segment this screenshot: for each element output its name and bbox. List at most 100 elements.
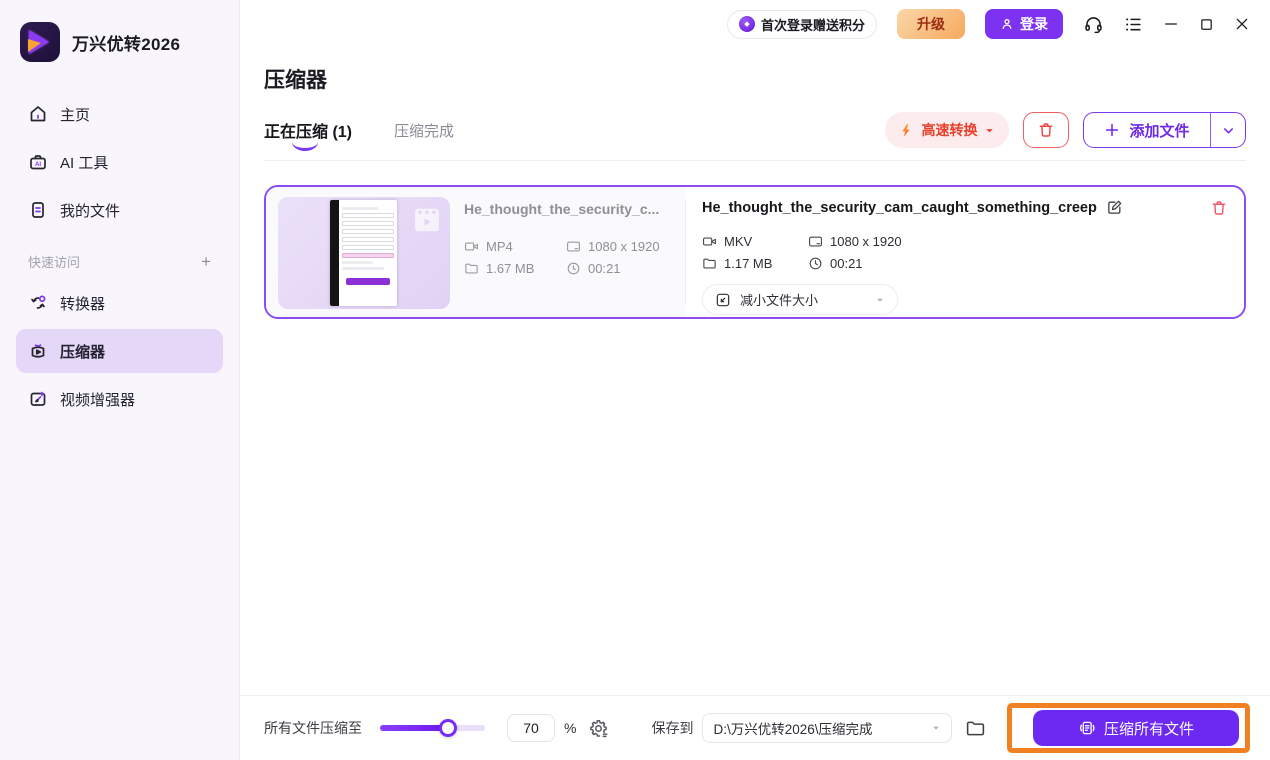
support-headset-icon[interactable] [1083, 14, 1104, 35]
source-format: MP4 [486, 239, 513, 254]
main-area: ◆ 首次登录赠送积分 升级 登录 [240, 0, 1270, 760]
target-format: MKV [724, 234, 752, 249]
home-icon [28, 104, 48, 124]
sidebar-item-home[interactable]: 主页 [16, 92, 223, 136]
sidebar: 万兴优转2026 主页 AI AI 工具 [0, 0, 240, 760]
ai-tools-icon: AI [28, 152, 48, 172]
first-login-bonus-badge[interactable]: ◆ 首次登录赠送积分 [727, 10, 877, 39]
chevron-down-icon [875, 295, 885, 305]
resolution-icon [808, 234, 823, 249]
converter-icon [28, 293, 48, 313]
sidebar-item-ai-tools[interactable]: AI AI 工具 [16, 140, 223, 184]
save-path-dropdown[interactable]: D:\万兴优转2026\压缩完成 [702, 713, 952, 743]
compress-all-button[interactable]: 压缩所有文件 [1033, 710, 1239, 746]
sidebar-item-label: 压缩器 [60, 341, 105, 362]
upgrade-button[interactable]: 升级 [897, 9, 965, 39]
tab-completed[interactable]: 压缩完成 [394, 120, 454, 141]
login-button[interactable]: 登录 [985, 9, 1063, 39]
open-folder-icon[interactable] [965, 718, 986, 739]
active-tab-indicator [292, 142, 318, 151]
compression-slider[interactable] [380, 725, 485, 731]
target-resolution: 1080 x 1920 [830, 234, 902, 249]
slider-handle[interactable] [439, 719, 457, 737]
title-bar: ◆ 首次登录赠送积分 升级 登录 [240, 0, 1270, 48]
compressor-icon [28, 341, 48, 361]
source-section: He_thought_the_security_c... MP4 1080 x … [266, 187, 685, 317]
delete-all-button[interactable] [1023, 112, 1069, 148]
add-files-button[interactable]: 添加文件 [1084, 113, 1209, 147]
file-size-icon [702, 256, 717, 271]
target-file-name: He_thought_the_security_cam_caught_somet… [702, 200, 1097, 216]
my-files-icon [28, 200, 48, 220]
format-icon [702, 234, 717, 249]
login-label: 登录 [1020, 14, 1048, 34]
toolbar-actions: 高速转换 添加文件 [885, 112, 1246, 148]
compress-files-icon [1078, 719, 1096, 737]
content: 压缩器 正在压缩 (1) 压缩完成 [240, 48, 1270, 695]
quick-access-section: 快速访问 + [28, 252, 211, 271]
percent-input[interactable] [507, 714, 555, 742]
badge-label: 首次登录赠送积分 [761, 15, 865, 34]
chevron-down-icon [1221, 123, 1236, 138]
video-file-icon [412, 205, 442, 240]
plus-icon [1104, 122, 1120, 138]
close-button[interactable] [1234, 16, 1250, 32]
tab-label: 正在压缩 (1) [264, 124, 352, 141]
fast-convert-dropdown[interactable]: 高速转换 [885, 112, 1009, 148]
svg-text:AI: AI [35, 162, 41, 168]
tab-bar: 正在压缩 (1) 压缩完成 高速转换 [264, 112, 1246, 161]
chevron-down-icon [931, 723, 941, 733]
add-files-label: 添加文件 [1129, 120, 1189, 141]
format-icon [464, 239, 479, 254]
save-path-value: D:\万兴优转2026\压缩完成 [713, 718, 872, 738]
source-duration: 00:21 [588, 261, 621, 276]
button-divider [1210, 113, 1212, 147]
video-enhancer-icon [28, 389, 48, 409]
page-title: 压缩器 [264, 64, 1246, 94]
sidebar-item-label: 主页 [60, 104, 90, 125]
quick-access-label: 快速访问 [28, 252, 80, 271]
sidebar-item-video-enhancer[interactable]: 视频增强器 [16, 377, 223, 421]
app-logo-row: 万兴优转2026 [16, 22, 223, 62]
duration-icon [808, 256, 823, 271]
app-logo-icon [20, 22, 60, 62]
sidebar-item-label: 转换器 [60, 293, 105, 314]
source-file-name: He_thought_the_security_c... [464, 201, 664, 217]
target-meta: MKV 1080 x 1920 1.17 MB 00:21 [702, 234, 962, 271]
sidebar-item-converter[interactable]: 转换器 [16, 281, 223, 325]
target-section: He_thought_the_security_cam_caught_somet… [686, 187, 1244, 317]
empty-area [264, 319, 1246, 695]
sidebar-item-label: 我的文件 [60, 200, 120, 221]
source-resolution: 1080 x 1920 [588, 239, 660, 254]
compress-all-label: 压缩所有文件 [1104, 718, 1194, 739]
user-icon [1000, 17, 1014, 31]
points-icon: ◆ [739, 16, 755, 32]
source-info: He_thought_the_security_c... MP4 1080 x … [450, 197, 668, 307]
minimize-button[interactable] [1163, 16, 1179, 32]
app-window: 万兴优转2026 主页 AI AI 工具 [0, 0, 1270, 760]
duration-icon [566, 261, 581, 276]
quick-access-nav: 转换器 压缩器 视频增强器 [16, 281, 223, 421]
chevron-down-icon [984, 125, 995, 136]
trash-icon [1037, 121, 1055, 139]
add-files-dropdown[interactable] [1211, 113, 1245, 147]
task-list-icon[interactable] [1124, 15, 1143, 34]
preset-dropdown[interactable]: 减小文件大小 [702, 284, 898, 315]
sidebar-item-my-files[interactable]: 我的文件 [16, 188, 223, 232]
compress-to-label: 所有文件压缩至 [264, 718, 362, 738]
sidebar-item-label: AI 工具 [60, 152, 108, 173]
compress-icon [715, 292, 731, 308]
tab-compressing[interactable]: 正在压缩 (1) [264, 118, 352, 142]
slider-fill [380, 725, 448, 731]
percent-sign: % [564, 720, 576, 736]
sidebar-item-compressor[interactable]: 压缩器 [16, 329, 223, 373]
maximize-button[interactable] [1199, 17, 1214, 32]
sidebar-nav: 主页 AI AI 工具 我的文件 [16, 92, 223, 232]
file-task-card[interactable]: He_thought_the_security_c... MP4 1080 x … [264, 185, 1246, 319]
delete-file-button[interactable] [1210, 199, 1228, 222]
target-duration: 00:21 [830, 256, 863, 271]
add-quick-access-icon[interactable]: + [201, 253, 211, 270]
settings-icon[interactable] [588, 718, 609, 739]
video-thumbnail [278, 197, 450, 309]
rename-icon[interactable] [1106, 199, 1123, 216]
